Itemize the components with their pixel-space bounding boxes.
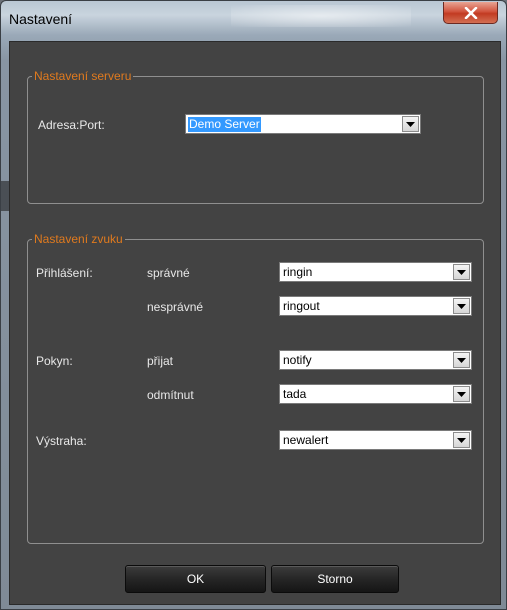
accepted-sound-value: notify xyxy=(283,353,312,367)
chevron-down-icon[interactable] xyxy=(453,386,470,402)
title-glow xyxy=(231,5,411,27)
correct-label: správné xyxy=(147,266,190,280)
chevron-down-icon[interactable] xyxy=(453,432,470,448)
address-port-label: Adresa:Port: xyxy=(38,118,105,132)
sound-settings-legend: Nastavení zvuku xyxy=(34,232,123,246)
server-address-value: Demo Server xyxy=(188,117,261,132)
chevron-down-icon[interactable] xyxy=(402,116,419,132)
chevron-down-icon[interactable] xyxy=(453,352,470,368)
rejected-sound-select[interactable]: tada xyxy=(279,384,472,404)
instruction-label: Pokyn: xyxy=(36,354,73,368)
incorrect-sound-value: ringout xyxy=(283,299,320,313)
correct-sound-value: ringin xyxy=(283,265,313,279)
dialog-client-area: Nastavení serveru Adresa:Port: Demo Serv… xyxy=(9,41,501,605)
close-button[interactable] xyxy=(443,2,498,24)
warning-sound-select[interactable]: newalert xyxy=(279,430,472,450)
ok-button[interactable]: OK xyxy=(125,565,266,593)
title-bar[interactable]: Nastavení xyxy=(1,1,507,41)
warning-label: Výstraha: xyxy=(36,434,87,448)
rejected-sound-value: tada xyxy=(283,387,307,401)
warning-sound-value: newalert xyxy=(283,433,329,447)
chevron-down-icon[interactable] xyxy=(453,264,470,280)
close-icon xyxy=(464,6,477,19)
correct-sound-select[interactable]: ringin xyxy=(279,262,472,282)
login-label: Přihlášení: xyxy=(36,266,93,280)
server-address-select[interactable]: Demo Server xyxy=(185,114,421,134)
chevron-down-icon[interactable] xyxy=(453,298,470,314)
accepted-sound-select[interactable]: notify xyxy=(279,350,472,370)
cancel-button[interactable]: Storno xyxy=(271,565,399,593)
incorrect-sound-select[interactable]: ringout xyxy=(279,296,472,316)
settings-dialog: Nastavení Nastavení serveru Adresa:Port:… xyxy=(0,0,507,610)
accepted-label: přijat xyxy=(147,354,174,368)
server-settings-group: Nastavení serveru xyxy=(27,69,484,204)
window-title: Nastavení xyxy=(9,11,73,27)
server-settings-legend: Nastavení serveru xyxy=(34,69,132,83)
rejected-label: odmítnut xyxy=(147,388,194,402)
incorrect-label: nesprávné xyxy=(147,300,204,314)
window-frame-shade xyxy=(1,181,9,211)
